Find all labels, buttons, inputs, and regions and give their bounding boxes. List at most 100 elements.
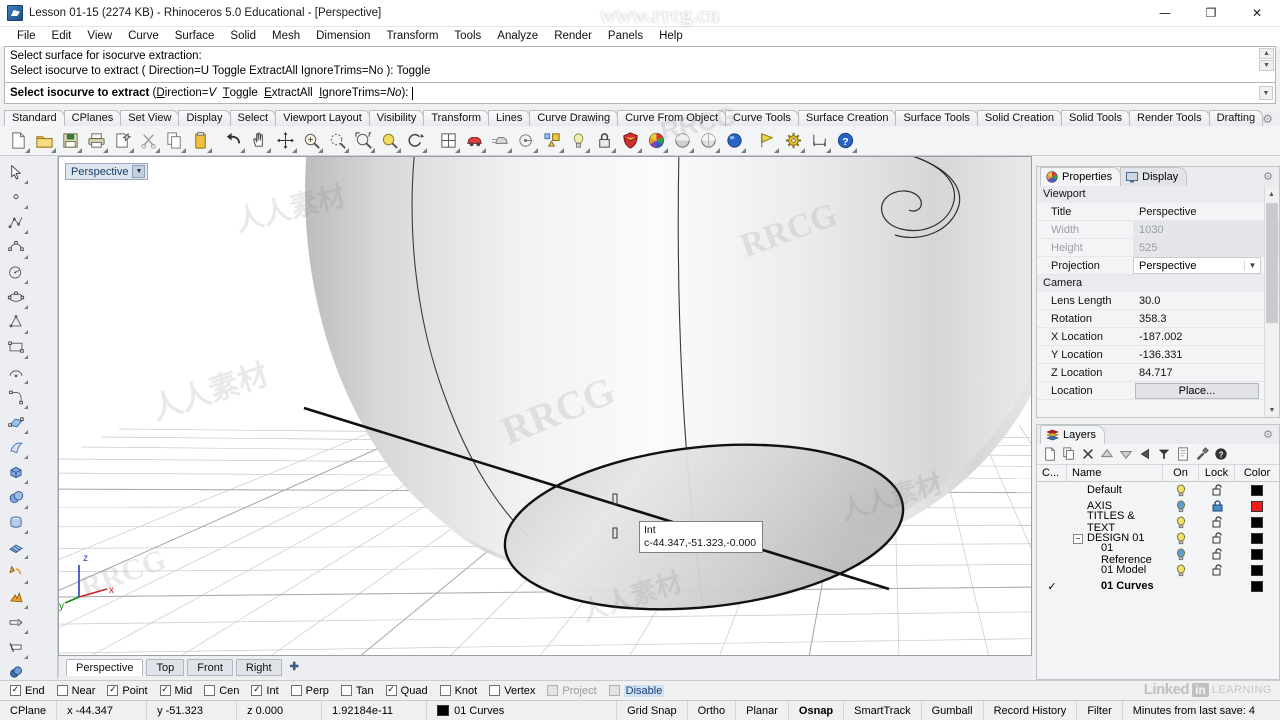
flyout-corner-icon[interactable] bbox=[774, 147, 779, 153]
rendered-icon[interactable] bbox=[722, 129, 746, 153]
layer-name-cell[interactable]: 01 Reference bbox=[1067, 542, 1163, 566]
flyout-corner-icon[interactable] bbox=[741, 147, 746, 153]
flyout-corner-icon[interactable] bbox=[826, 147, 831, 153]
layer-name-cell[interactable]: Default bbox=[1067, 484, 1163, 496]
toolbar-options-gear-icon[interactable]: ⚙ bbox=[1262, 112, 1273, 126]
cut-page-icon[interactable] bbox=[110, 129, 134, 153]
render-icon[interactable] bbox=[462, 129, 486, 153]
layers-icon[interactable] bbox=[618, 129, 642, 153]
zoom-extents-all-icon[interactable] bbox=[351, 129, 375, 153]
osnap-mid[interactable]: ✓ Mid bbox=[159, 685, 192, 697]
layer-lock-toggle[interactable] bbox=[1199, 484, 1235, 496]
status-toggle-ortho[interactable]: Ortho bbox=[688, 700, 737, 720]
osnap-checkbox[interactable] bbox=[439, 685, 451, 696]
move-layer-left-icon[interactable] bbox=[1138, 447, 1152, 461]
flyout-corner-icon[interactable] bbox=[25, 147, 30, 153]
flyout-corner-icon[interactable] bbox=[24, 405, 28, 409]
copy-layer-icon[interactable] bbox=[1062, 447, 1076, 461]
rotate-view-icon[interactable] bbox=[403, 129, 427, 153]
flyout-corner-icon[interactable] bbox=[24, 180, 28, 184]
command-line-scroll-down[interactable]: ▼ bbox=[1259, 86, 1273, 100]
point-icon[interactable] bbox=[2, 185, 29, 210]
osnap-checkbox[interactable] bbox=[204, 685, 216, 696]
layer-row[interactable]: TITLES & TEXT bbox=[1037, 510, 1279, 534]
flyout-corner-icon[interactable] bbox=[24, 530, 28, 534]
toolbar-tab-drafting[interactable]: Drafting bbox=[1208, 110, 1264, 126]
layer-name-cell[interactable]: TITLES & TEXT bbox=[1067, 510, 1163, 534]
surface-edit-points-icon[interactable] bbox=[2, 410, 29, 435]
layer-row[interactable]: ✓ 01 Curves bbox=[1037, 578, 1279, 594]
cylinder-icon[interactable] bbox=[2, 510, 29, 535]
layer-color-cell[interactable] bbox=[1235, 484, 1279, 496]
layer-tools-icon[interactable] bbox=[1195, 447, 1209, 461]
flyout-corner-icon[interactable] bbox=[422, 147, 427, 153]
layer-color-cell[interactable] bbox=[1235, 532, 1279, 544]
trim-icon[interactable] bbox=[2, 610, 29, 635]
new-layer-icon[interactable] bbox=[1043, 447, 1057, 461]
property-value[interactable]: -136.331 bbox=[1133, 349, 1279, 361]
layer-name-cell[interactable]: 01 Model bbox=[1067, 564, 1163, 576]
osnap-quad[interactable]: ✓ Quad bbox=[385, 685, 428, 697]
ellipse-icon[interactable] bbox=[2, 285, 29, 310]
undo-icon[interactable] bbox=[221, 129, 245, 153]
flyout-corner-icon[interactable] bbox=[129, 147, 134, 153]
osnap-checkbox[interactable] bbox=[489, 685, 501, 696]
toolbar-tab-lines[interactable]: Lines bbox=[488, 110, 531, 126]
flyout-corner-icon[interactable] bbox=[24, 480, 28, 484]
flyout-corner-icon[interactable] bbox=[715, 147, 720, 153]
toolbar-tab-surface-creation[interactable]: Surface Creation bbox=[797, 110, 897, 126]
osnap-checkbox[interactable] bbox=[56, 685, 68, 696]
move-layer-up-icon[interactable] bbox=[1100, 447, 1114, 461]
status-toggle-planar[interactable]: Planar bbox=[736, 700, 789, 720]
options-icon[interactable] bbox=[781, 129, 805, 153]
chevron-down-icon[interactable]: ▼ bbox=[1244, 261, 1260, 270]
osnap-knot[interactable]: Knot bbox=[439, 685, 477, 697]
tab-layers[interactable]: Layers bbox=[1040, 425, 1106, 444]
flyout-corner-icon[interactable] bbox=[24, 230, 28, 234]
flyout-corner-icon[interactable] bbox=[344, 147, 349, 153]
help-icon[interactable]: ? bbox=[833, 129, 857, 153]
osnap-perp[interactable]: Perp bbox=[290, 685, 329, 697]
osnap-disable[interactable]: Disable bbox=[608, 684, 665, 697]
properties-scroll-up[interactable]: ▲ bbox=[1265, 187, 1278, 201]
layer-on-toggle[interactable] bbox=[1163, 484, 1199, 497]
osnap-checkbox[interactable] bbox=[608, 685, 620, 696]
command-option-direction-key[interactable]: D bbox=[156, 87, 164, 99]
layer-color-cell[interactable] bbox=[1235, 516, 1279, 528]
curve-fillet-icon[interactable] bbox=[2, 385, 29, 410]
osnap-project[interactable]: Project bbox=[547, 685, 597, 697]
osnap-checkbox[interactable]: ✓ bbox=[10, 685, 21, 696]
flyout-corner-icon[interactable] bbox=[103, 147, 108, 153]
layer-properties-icon[interactable] bbox=[1176, 447, 1190, 461]
flyout-corner-icon[interactable] bbox=[507, 147, 512, 153]
cut-icon[interactable] bbox=[136, 129, 160, 153]
layer-on-toggle[interactable] bbox=[1163, 548, 1199, 561]
menu-item-panels[interactable]: Panels bbox=[600, 27, 651, 46]
chevron-down-icon[interactable]: ▼ bbox=[132, 165, 146, 178]
osnap-int[interactable]: ✓ Int bbox=[251, 685, 279, 697]
layer-row[interactable]: Default bbox=[1037, 482, 1279, 498]
menu-item-render[interactable]: Render bbox=[546, 27, 600, 46]
sphere-union-icon[interactable] bbox=[2, 485, 29, 510]
viewport-tab-perspective[interactable]: Perspective bbox=[66, 658, 144, 676]
flyout-corner-icon[interactable] bbox=[663, 147, 668, 153]
property-value[interactable]: 30.0 bbox=[1133, 295, 1279, 307]
render-preview-icon[interactable] bbox=[488, 129, 512, 153]
flyout-corner-icon[interactable] bbox=[318, 147, 323, 153]
osnap-point[interactable]: ✓ Point bbox=[107, 685, 148, 697]
menu-item-dimension[interactable]: Dimension bbox=[308, 27, 378, 46]
status-toggle-record-history[interactable]: Record History bbox=[984, 700, 1078, 720]
flyout-corner-icon[interactable] bbox=[24, 505, 28, 509]
toolbar-tab-visibility[interactable]: Visibility bbox=[368, 110, 425, 126]
flyout-corner-icon[interactable] bbox=[24, 280, 28, 284]
menu-item-view[interactable]: View bbox=[79, 27, 120, 46]
osnap-checkbox[interactable]: ✓ bbox=[385, 685, 397, 696]
save-file-icon[interactable] bbox=[58, 129, 82, 153]
toolbar-tab-select[interactable]: Select bbox=[229, 110, 277, 126]
control-point-curve-icon[interactable] bbox=[2, 235, 29, 260]
flyout-corner-icon[interactable] bbox=[585, 147, 590, 153]
flyout-corner-icon[interactable] bbox=[24, 355, 28, 359]
viewport-layout-icon[interactable] bbox=[436, 129, 460, 153]
status-cplane[interactable]: CPlane bbox=[0, 700, 58, 720]
projection-select[interactable]: Perspective ▼ bbox=[1133, 257, 1261, 274]
